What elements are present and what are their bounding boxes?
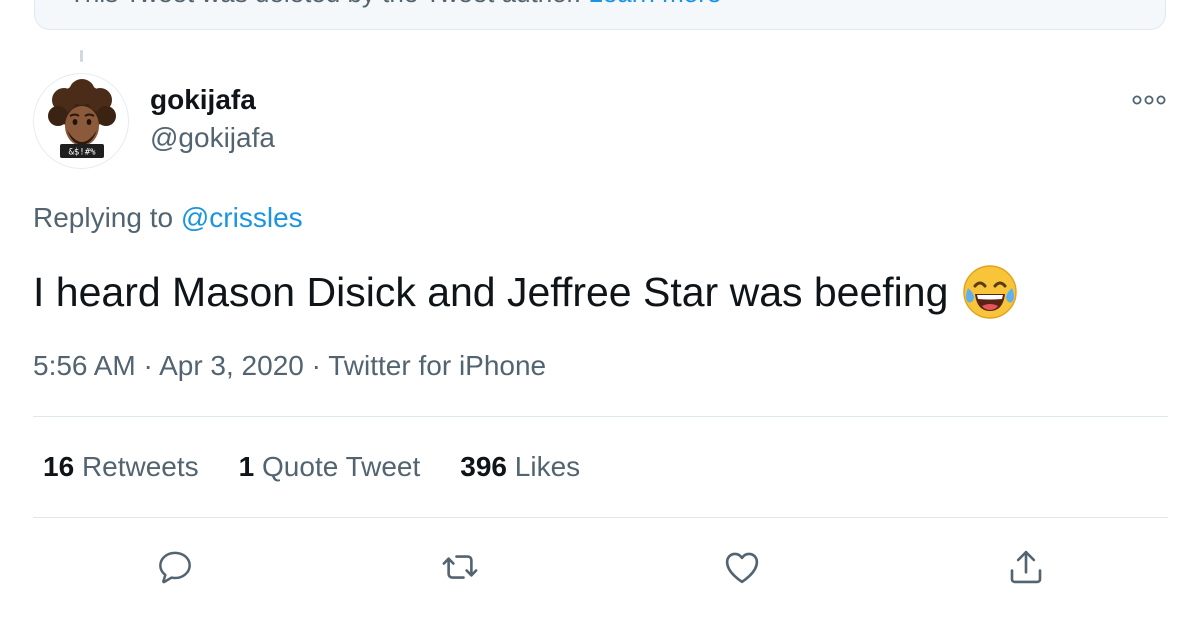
deleted-notice-text: This Tweet was deleted by the Tweet auth… [69, 0, 581, 8]
more-options-icon[interactable] [1130, 90, 1168, 110]
divider-bottom [33, 517, 1168, 518]
reply-button[interactable] [153, 545, 197, 589]
reply-icon [159, 551, 191, 584]
replying-to-label: Replying to [33, 202, 174, 233]
tweet-stats: 16 Retweets 1 Quote Tweet 396 Likes [43, 451, 620, 483]
author-display-name[interactable]: gokijafa [150, 84, 256, 116]
tweet-text: I heard Mason Disick and Jeffree Star wa… [33, 268, 949, 315]
like-button[interactable] [720, 545, 764, 589]
retweets-label: Retweets [81, 451, 199, 482]
tweet-body: I heard Mason Disick and Jeffree Star wa… [33, 264, 1018, 320]
face-with-tears-of-joy-icon [963, 265, 1018, 319]
quote-tweets-label: Quote Tweet [262, 451, 421, 482]
heart-icon [725, 552, 759, 584]
tweet-meta: 5:56 AM · Apr 3, 2020 · Twitter for iPho… [33, 350, 546, 382]
avatar[interactable]: &$!#% [33, 73, 129, 169]
retweet-button[interactable] [438, 545, 482, 589]
retweet-icon [442, 555, 478, 579]
tweet-date[interactable]: Apr 3, 2020 [159, 350, 304, 381]
likes-count: 396 [460, 451, 507, 482]
memoji-avatar-icon: &$!#% [48, 79, 116, 158]
quote-tweets-stat[interactable]: 1 Quote Tweet [239, 451, 421, 483]
quote-tweets-count: 1 [238, 451, 255, 482]
retweets-stat[interactable]: 16 Retweets [43, 451, 199, 483]
retweets-count: 16 [43, 451, 75, 482]
meta-separator: · [143, 350, 153, 381]
likes-stat[interactable]: 396 Likes [460, 451, 580, 483]
tweet-detail: This Tweet was deleted by the Tweet auth… [0, 0, 1200, 628]
tweet-time[interactable]: 5:56 AM [33, 350, 136, 381]
reply-mention-link[interactable]: @crissles [181, 202, 303, 233]
meta-separator-2: · [311, 350, 321, 381]
tweet-source[interactable]: Twitter for iPhone [328, 350, 546, 381]
replying-to-line: Replying to @crissles [33, 202, 303, 234]
share-icon [1010, 550, 1042, 584]
share-button[interactable] [1004, 545, 1048, 589]
learn-more-link[interactable]: Learn more [588, 0, 721, 8]
thread-connector-line [80, 50, 83, 62]
author-handle[interactable]: @gokijafa [150, 122, 275, 154]
avatar-badge-text: &$!#% [68, 148, 96, 158]
likes-label: Likes [514, 451, 581, 482]
divider-top [33, 416, 1168, 417]
deleted-tweet-notice: This Tweet was deleted by the Tweet auth… [34, 0, 1166, 30]
